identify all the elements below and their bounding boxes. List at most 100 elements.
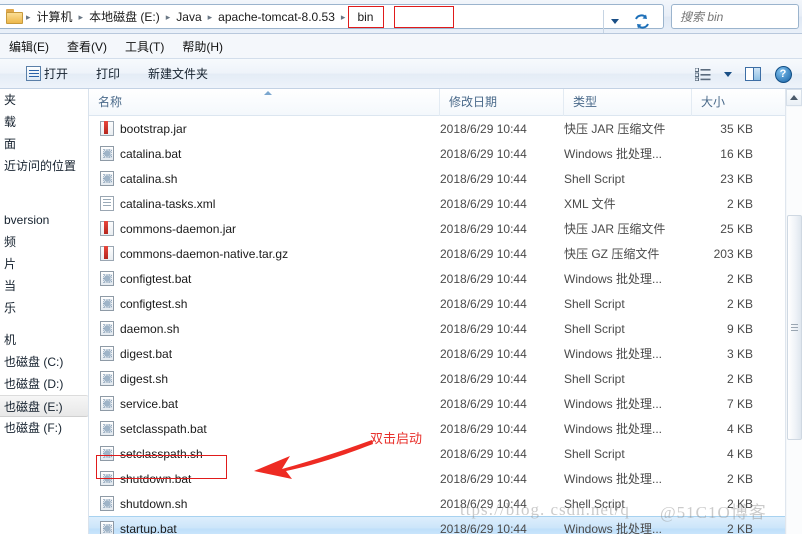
view-list-icon [695, 67, 711, 81]
preview-pane-button[interactable] [740, 62, 766, 86]
cell-name: startup.bat [89, 521, 440, 534]
sidebar-item-9[interactable]: 乐 [0, 297, 89, 319]
table-row[interactable]: shutdown.sh 2018/6/29 10:44 Shell Script 2 … [89, 491, 786, 516]
breadcrumb-item-3[interactable]: apache-tomcat-8.0.53 [213, 7, 340, 27]
search-box[interactable]: 🔍 [671, 4, 802, 29]
table-row[interactable]: commons-daemon-native.tar.gz 2018/6/29 10… [89, 241, 786, 266]
column-header-size[interactable]: 大小 [692, 89, 787, 116]
menu-item-help[interactable]: 帮助(H) [173, 36, 232, 57]
sidebar-item-7[interactable]: 片 [0, 253, 89, 275]
open-button[interactable]: 打开 [18, 62, 76, 85]
help-button[interactable]: ? [770, 62, 796, 86]
breadcrumb-item-1[interactable]: 本地磁盘 (E:) [84, 7, 165, 27]
column-header-type[interactable]: 类型 [564, 89, 692, 116]
scroll-up-button[interactable] [786, 89, 802, 106]
menu-item-tools[interactable]: 工具(T) [116, 36, 173, 57]
breadcrumb[interactable]: ▸ 计算机 ▸ 本地磁盘 (E:) ▸ Java ▸ apache-tomcat… [0, 4, 664, 33]
address-dropdown-button[interactable] [603, 10, 625, 33]
sidebar-item-drive-c[interactable]: 也磁盘 (C:) [0, 351, 89, 373]
table-row[interactable]: digest.bat 2018/6/29 10:44 Windows 批处理... 3… [89, 341, 786, 366]
scrollbar-track[interactable] [787, 107, 802, 534]
table-row[interactable]: digest.sh 2018/6/29 10:44 Shell Script 2 KB [89, 366, 786, 391]
cell-size: 3 KB [726, 346, 753, 361]
bat-file-icon [100, 521, 114, 534]
table-row[interactable]: daemon.sh 2018/6/29 10:44 Shell Script 9 KB [89, 316, 786, 341]
cell-type: Windows 批处理... [564, 347, 663, 361]
menu-item-edit[interactable]: 编辑(E) [0, 36, 58, 57]
breadcrumb-item-0[interactable]: 计算机 [32, 7, 78, 27]
cell-size: 7 KB [726, 396, 753, 411]
sidebar-item-6[interactable]: 频 [0, 231, 89, 253]
breadcrumb-item-current[interactable]: bin [348, 5, 385, 28]
new-folder-button[interactable]: 新建文件夹 [140, 62, 216, 85]
file-name-label: catalina-tasks.xml [120, 196, 216, 211]
menu-item-view[interactable]: 查看(V) [58, 36, 116, 57]
refresh-button[interactable] [629, 9, 655, 34]
refresh-icon [635, 14, 649, 28]
callout-text: 双击启动 [370, 432, 423, 447]
table-row[interactable]: shutdown.bat 2018/6/29 10:44 Windows 批处理..… [89, 466, 786, 491]
cell-name: setclasspath.sh [89, 446, 440, 461]
sidebar-item-5[interactable]: bversion [0, 209, 89, 231]
cell-date: 2018/6/29 10:44 [440, 271, 527, 286]
vertical-scrollbar[interactable] [785, 89, 802, 534]
cell-date: 2018/6/29 10:44 [440, 471, 527, 486]
print-button[interactable]: 打印 [88, 62, 128, 85]
change-view-dropdown[interactable] [720, 62, 736, 86]
table-row[interactable]: configtest.bat 2018/6/29 10:44 Windows 批处理… [89, 266, 786, 291]
table-row[interactable]: service.bat 2018/6/29 10:44 Windows 批处理...… [89, 391, 786, 416]
arch-file-icon [100, 121, 114, 136]
table-row[interactable]: catalina-tasks.xml 2018/6/29 10:44 XML 文件 2… [89, 191, 786, 216]
cell-date: 2018/6/29 10:44 [440, 296, 527, 311]
cell-date: 2018/6/29 10:44 [440, 346, 527, 361]
sidebar-item-4[interactable] [0, 187, 89, 209]
cell-date: 2018/6/29 10:44 [440, 321, 527, 336]
table-row[interactable]: startup.bat 2018/6/29 10:44 Windows 批处理...… [89, 516, 786, 534]
sidebar-item-1[interactable]: 载 [0, 111, 89, 133]
table-row[interactable]: setclasspath.bat 2018/6/29 10:44 Windows 批… [89, 416, 786, 441]
bat-file-icon [100, 496, 114, 511]
sidebar-item-drive-d[interactable]: 也磁盘 (D:) [0, 373, 89, 395]
cell-size: 35 KB [720, 121, 753, 136]
table-row[interactable]: catalina.bat 2018/6/29 10:44 Windows 批处理..… [89, 141, 786, 166]
breadcrumb-item-2[interactable]: Java [171, 7, 206, 27]
cell-type: Shell Script [564, 371, 625, 386]
bat-file-icon [100, 271, 114, 286]
cell-name: configtest.sh [89, 296, 440, 311]
column-header-name[interactable]: 名称 [89, 89, 440, 116]
cell-type: Windows 批处理... [564, 472, 663, 486]
cell-type: Shell Script [564, 296, 625, 311]
cell-name: shutdown.bat [89, 471, 440, 486]
sidebar-item-0[interactable]: 夹 [0, 89, 89, 111]
table-row[interactable]: setclasspath.sh 2018/6/29 10:44 Shell Scri… [89, 441, 786, 466]
cell-size: 2 KB [726, 296, 753, 311]
file-rows-container[interactable]: bootstrap.jar 2018/6/29 10:44 快压 JAR 压缩文件 3… [89, 116, 786, 534]
table-row[interactable]: bootstrap.jar 2018/6/29 10:44 快压 JAR 压缩文件 3… [89, 116, 786, 141]
scrollbar-thumb[interactable] [787, 215, 802, 440]
change-view-button[interactable] [690, 62, 716, 86]
table-row[interactable]: configtest.sh 2018/6/29 10:44 Shell Script… [89, 291, 786, 316]
cell-date: 2018/6/29 10:44 [440, 246, 527, 261]
triangle-up-icon [790, 95, 798, 100]
sidebar-item-drive-f[interactable]: 也磁盘 (F:) [0, 417, 89, 439]
table-row[interactable]: commons-daemon.jar 2018/6/29 10:44 快压 JAR … [89, 216, 786, 241]
open-icon [26, 66, 41, 81]
bat-file-icon [100, 346, 114, 361]
bat-file-icon [100, 446, 114, 461]
breadcrumb-separator: ▸ [340, 11, 346, 22]
sidebar-item-3[interactable]: 近访问的位置 [0, 155, 89, 177]
search-input[interactable] [676, 9, 802, 24]
sidebar-item-8[interactable]: 当 [0, 275, 89, 297]
navigation-pane[interactable]: 夹 载 面 近访问的位置 bversion 频 片 当 乐 机 也磁盘 (C:)… [0, 89, 89, 534]
cell-name: commons-daemon-native.tar.gz [89, 246, 440, 261]
cell-date: 2018/6/29 10:44 [440, 371, 527, 386]
file-name-label: digest.sh [120, 371, 169, 386]
sidebar-item-computer[interactable]: 机 [0, 329, 89, 351]
sidebar-item-drive-e[interactable]: 也磁盘 (E:) [0, 395, 89, 417]
sidebar-item-2[interactable]: 面 [0, 133, 89, 155]
table-row[interactable]: catalina.sh 2018/6/29 10:44 Shell Script 23… [89, 166, 786, 191]
column-header-date[interactable]: 修改日期 [440, 89, 564, 116]
cell-type: XML 文件 [564, 197, 616, 211]
cell-type: Windows 批处理... [564, 147, 663, 161]
